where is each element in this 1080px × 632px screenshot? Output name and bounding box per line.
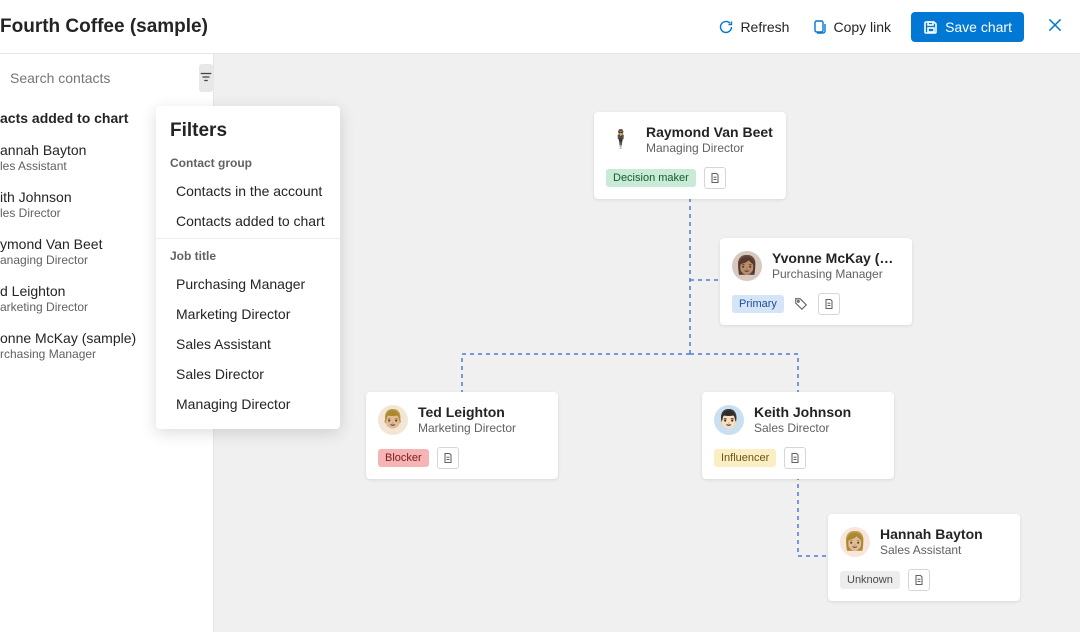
header: Fourth Coffee (sample) Refresh Copy link… [0,0,1080,54]
sidebar: acts added to chart annah Bayton les Ass… [0,54,214,632]
node-name: Raymond Van Beet [646,124,773,140]
node-role: Purchasing Manager [772,267,900,281]
main-area: acts added to chart annah Bayton les Ass… [0,54,1080,632]
org-chart-canvas[interactable]: 🕴️ Raymond Van Beet Managing Director De… [214,54,1080,632]
node-keith[interactable]: 👨🏻 Keith Johnson Sales Director Influenc… [702,392,894,479]
status-badge: Decision maker [606,169,696,187]
node-raymond[interactable]: 🕴️ Raymond Van Beet Managing Director De… [594,112,786,199]
page-title: Fourth Coffee (sample) [0,16,208,38]
search-input[interactable] [6,64,195,92]
header-actions: Refresh Copy link Save chart [716,12,1068,42]
filter-title: Filters [156,120,340,148]
filter-option[interactable]: Contacts added to chart [156,206,340,236]
search-row [0,54,213,102]
note-icon[interactable] [704,167,726,189]
node-ted[interactable]: 👨🏼 Ted Leighton Marketing Director Block… [366,392,558,479]
filter-group-label: Contact group [156,148,340,176]
refresh-icon [718,19,734,35]
avatar: 👨🏼 [378,405,408,435]
note-icon[interactable] [908,569,930,591]
save-icon [923,19,939,35]
refresh-label: Refresh [740,19,789,35]
note-icon[interactable] [437,447,459,469]
filter-option[interactable]: Purchasing Manager [156,269,340,299]
node-name: Yvonne McKay (sam... [772,250,900,266]
status-badge: Influencer [714,449,776,467]
avatar: 🕴️ [606,125,636,155]
avatar: 👩🏽 [732,251,762,281]
avatar: 👩🏼 [840,527,870,557]
tag-icon[interactable] [792,295,810,313]
note-icon[interactable] [784,447,806,469]
node-name: Ted Leighton [418,404,516,420]
filter-option[interactable]: Contacts in the account [156,176,340,206]
node-yvonne[interactable]: 👩🏽 Yvonne McKay (sam... Purchasing Manag… [720,238,912,325]
node-hannah[interactable]: 👩🏼 Hannah Bayton Sales Assistant Unknown [828,514,1020,601]
filter-option[interactable]: Sales Director [156,359,340,389]
node-name: Hannah Bayton [880,526,983,542]
save-label: Save chart [945,19,1012,35]
divider [156,238,340,239]
copy-icon [811,19,827,35]
avatar: 👨🏻 [714,405,744,435]
filter-option[interactable]: Marketing Director [156,299,340,329]
close-button[interactable] [1042,12,1068,41]
copylink-label: Copy link [833,19,891,35]
refresh-button[interactable]: Refresh [716,15,791,39]
status-badge: Unknown [840,571,900,589]
node-role: Marketing Director [418,421,516,435]
status-badge: Primary [732,295,784,313]
status-badge: Blocker [378,449,429,467]
save-chart-button[interactable]: Save chart [911,12,1024,42]
node-role: Managing Director [646,141,773,155]
filter-panel: Filters Contact group Contacts in the ac… [156,106,340,429]
node-name: Keith Johnson [754,404,851,420]
node-role: Sales Assistant [880,543,983,557]
filter-option[interactable]: Sales Assistant [156,329,340,359]
filter-group-label: Job title [156,241,340,269]
node-role: Sales Director [754,421,851,435]
close-icon [1046,16,1064,37]
note-icon[interactable] [818,293,840,315]
filter-icon [199,70,213,87]
copylink-button[interactable]: Copy link [809,15,893,39]
filter-option[interactable]: Managing Director [156,389,340,419]
filter-button[interactable] [199,64,213,92]
